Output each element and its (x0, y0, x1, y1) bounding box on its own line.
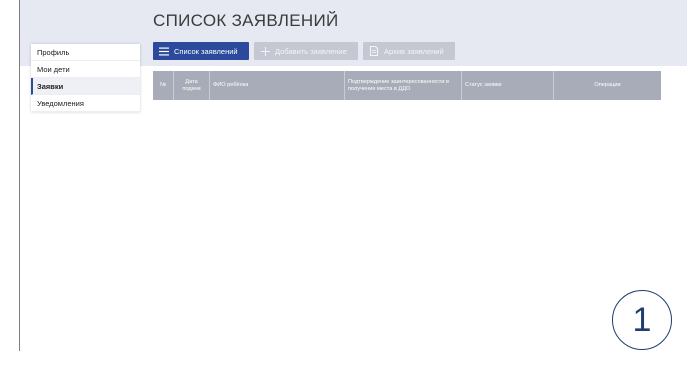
tab-applications-archive[interactable]: Архив заявлений (363, 42, 455, 60)
tab-label: Архив заявлений (384, 46, 444, 56)
sidebar-item-profile[interactable]: Профиль (31, 44, 140, 61)
step-number-badge: 1 (612, 290, 672, 350)
list-icon (159, 46, 169, 56)
column-header-child-name: ФИО ребёнка (210, 71, 345, 100)
sidebar-item-notifications[interactable]: Уведомления (31, 95, 140, 112)
plus-icon (260, 46, 270, 56)
sidebar-item-my-children[interactable]: Мои дети (31, 61, 140, 78)
column-header-application-status: Статус заявки (462, 71, 554, 100)
page-title: СПИСОК ЗАЯВЛЕНИЙ (153, 11, 339, 30)
tab-bar: Список заявлений Добавить заявление Архи… (153, 42, 455, 60)
column-header-interest-confirmation: Подтверждение заинтересованности в получ… (345, 71, 462, 100)
tab-label: Добавить заявление (275, 46, 347, 56)
tab-applications-list[interactable]: Список заявлений (153, 42, 249, 60)
column-header-operations: Операции (594, 82, 621, 89)
tab-label: Список заявлений (174, 46, 238, 56)
column-header-submit-date: Дата подачи (174, 71, 210, 100)
sidebar-item-applications[interactable]: Заявки (31, 78, 140, 95)
sidebar-menu: Профиль Мои дети Заявки Уведомления (31, 44, 140, 112)
column-header-number: № (153, 71, 174, 100)
tab-add-application[interactable]: Добавить заявление (254, 42, 358, 60)
document-icon (369, 46, 379, 56)
applications-table-header: № Дата подачи ФИО ребёнка Подтверждение … (153, 71, 661, 100)
